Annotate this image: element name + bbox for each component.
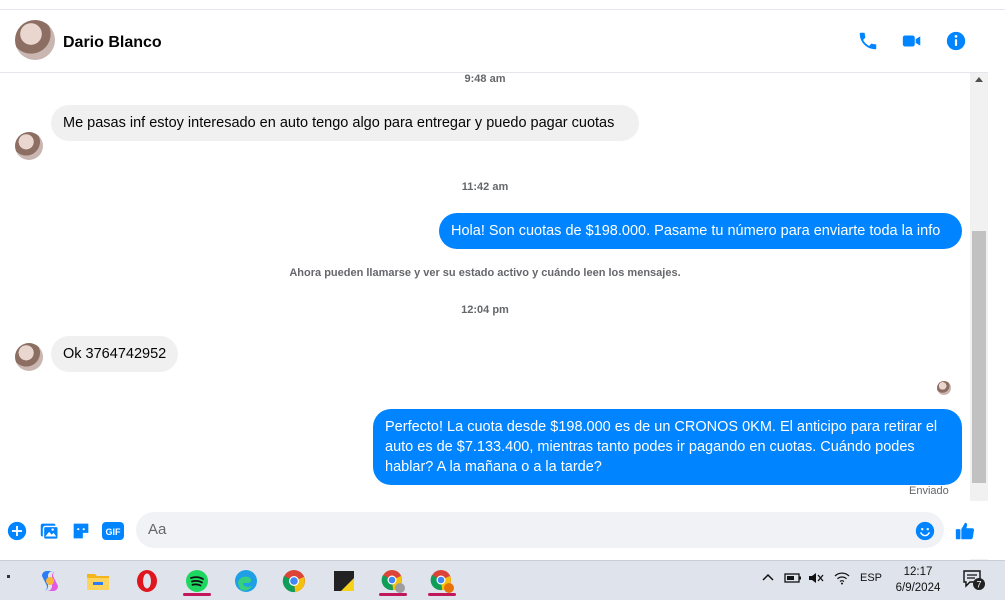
system-clock[interactable]: 12:17 6/9/2024 (888, 564, 948, 596)
message-incoming[interactable]: Me pasas inf estoy interesado en auto te… (51, 105, 639, 141)
timestamp: 12:04 pm (461, 304, 509, 316)
message-outgoing[interactable]: Perfecto! La cuota desde $198.000 es de … (373, 409, 962, 485)
scroll-up-arrow[interactable] (975, 77, 983, 82)
message-thread: 9:48 am Me pasas inf estoy interesado en… (0, 73, 970, 501)
scrollbar-thumb[interactable] (972, 231, 986, 483)
image-icon[interactable] (38, 520, 60, 542)
contact-avatar[interactable] (15, 20, 55, 60)
timestamp: 11:42 am (461, 181, 509, 193)
contact-avatar-small[interactable] (15, 343, 43, 371)
scrollbar[interactable] (970, 73, 988, 561)
copilot-icon[interactable] (30, 565, 70, 597)
clock-time: 12:17 (903, 566, 933, 578)
phone-icon[interactable] (856, 29, 880, 53)
delivery-status: Enviado (909, 485, 949, 497)
notification-center-icon[interactable]: 7 (962, 569, 988, 594)
gif-label: GIF (106, 527, 122, 537)
emoji-icon[interactable] (914, 520, 936, 542)
windows-taskbar: ESP 12:17 6/9/2024 7 (0, 560, 1005, 600)
system-notice: Ahora pueden llamarse y ver su estado ac… (289, 267, 681, 279)
chrome-icon[interactable] (274, 565, 314, 597)
messenger-window: Dario Blanco 9:48 am Me pasas inf estoy … (0, 0, 1005, 561)
wifi-icon[interactable] (834, 571, 850, 588)
start-menu-icon[interactable] (0, 565, 24, 597)
opera-icon[interactable] (127, 565, 167, 597)
notification-count: 7 (976, 580, 981, 590)
spotify-icon[interactable] (177, 565, 217, 597)
volume-muted-icon[interactable] (808, 571, 824, 588)
info-icon[interactable] (944, 29, 968, 53)
show-hidden-icons[interactable] (761, 570, 775, 587)
contact-avatar-small[interactable] (15, 132, 43, 160)
seen-avatar-icon (937, 381, 951, 395)
message-outgoing[interactable]: Hola! Son cuotas de $198.000. Pasame tu … (439, 213, 962, 249)
battery-icon[interactable] (784, 571, 802, 588)
message-input[interactable]: Aa (136, 512, 944, 548)
chrome-profile-icon[interactable] (373, 565, 413, 597)
active-app-indicator (428, 593, 456, 596)
active-app-indicator (379, 593, 407, 596)
window-top-strip (0, 0, 1005, 10)
gif-icon[interactable]: GIF (100, 520, 126, 542)
composer-bar: GIF Aa (0, 501, 988, 559)
file-explorer-icon[interactable] (78, 565, 118, 597)
timestamp: 9:48 am (464, 73, 506, 85)
conversation-header: Dario Blanco (0, 10, 988, 73)
active-app-indicator (183, 593, 211, 596)
video-call-icon[interactable] (900, 29, 924, 53)
chrome-profile-icon[interactable] (422, 565, 462, 597)
contact-name[interactable]: Dario Blanco (63, 34, 162, 52)
message-input-placeholder: Aa (148, 521, 167, 538)
like-icon[interactable] (954, 520, 976, 542)
sticky-notes-icon[interactable] (324, 565, 364, 597)
message-incoming[interactable]: Ok 3764742952 (51, 336, 179, 372)
sticker-icon[interactable] (70, 520, 92, 542)
input-language[interactable]: ESP (860, 572, 882, 584)
edge-icon[interactable] (226, 565, 266, 597)
clock-date: 6/9/2024 (895, 582, 941, 594)
plus-icon[interactable] (6, 520, 28, 542)
